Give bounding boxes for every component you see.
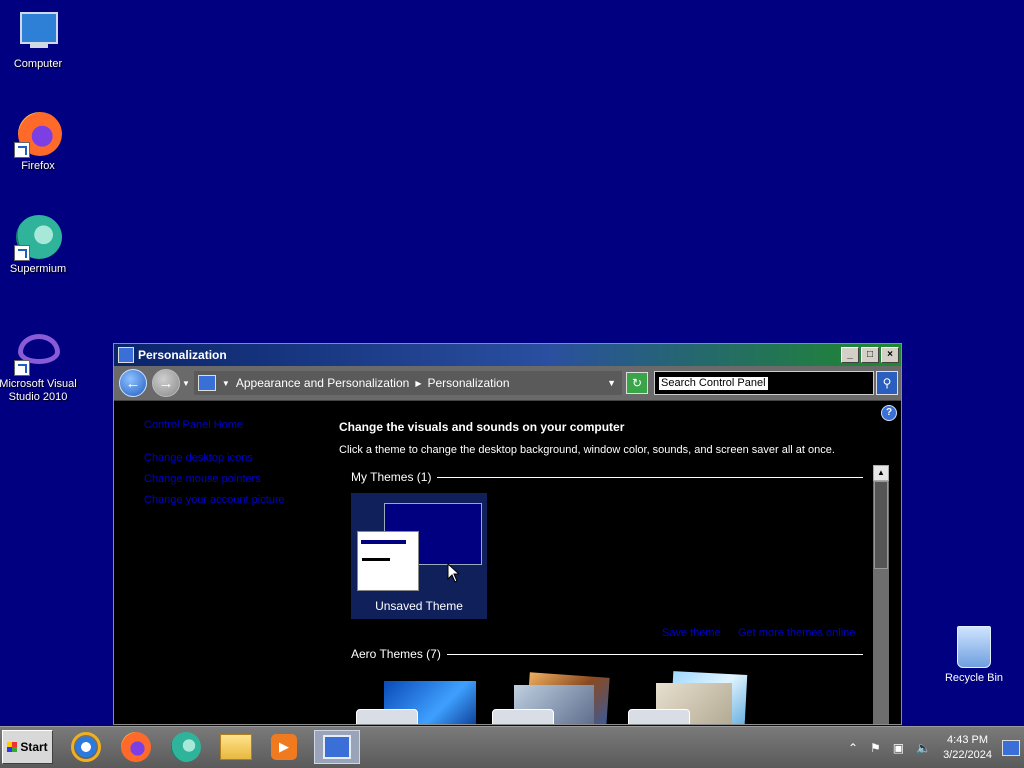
address-bar: ← → ▼ ▼ Appearance and Personalization ▶… bbox=[114, 366, 901, 401]
start-button[interactable]: Start bbox=[2, 730, 53, 764]
theme-preview-window bbox=[357, 531, 419, 591]
action-center-flag-icon[interactable]: ⚑ bbox=[870, 741, 881, 755]
supermium-icon bbox=[14, 213, 62, 261]
media-player-icon: ▶ bbox=[271, 734, 297, 760]
back-arrow-icon: ← bbox=[125, 374, 141, 392]
clock[interactable]: 4:43 PM 3/22/2024 bbox=[943, 733, 992, 763]
desktop-icon-label: Computer bbox=[13, 58, 63, 70]
theme-tile-aero-characters[interactable] bbox=[626, 671, 748, 724]
taskbar-firefox[interactable] bbox=[116, 730, 156, 764]
close-button[interactable]: × bbox=[881, 347, 899, 363]
forward-arrow-icon: → bbox=[158, 374, 174, 392]
breadcrumb-appearance[interactable]: Appearance and Personalization bbox=[236, 376, 409, 390]
taskbar-supermium[interactable] bbox=[166, 730, 206, 764]
my-themes-label: My Themes (1) bbox=[351, 470, 432, 484]
supermium-icon bbox=[171, 732, 201, 762]
network-icon[interactable]: ▣ bbox=[893, 741, 904, 755]
page-subtitle: Click a theme to change the desktop back… bbox=[339, 444, 835, 456]
search-button[interactable]: ⚲ bbox=[876, 371, 898, 395]
desktop-icon-label: Recycle Bin bbox=[944, 672, 1004, 684]
control-panel-icon bbox=[197, 375, 216, 391]
show-desktop-button[interactable] bbox=[1002, 740, 1020, 756]
aero-themes-label: Aero Themes (7) bbox=[351, 647, 441, 661]
window-title: Personalization bbox=[138, 348, 227, 362]
desktop-icon-label: Studio 2010 bbox=[8, 391, 68, 403]
desktop-icon-label: Firefox bbox=[21, 160, 55, 172]
theme-tile-unsaved[interactable]: Unsaved Theme bbox=[351, 493, 487, 619]
window-app-icon bbox=[118, 347, 134, 363]
clock-date: 3/22/2024 bbox=[943, 749, 992, 761]
help-icon[interactable]: ? bbox=[881, 405, 897, 421]
sidebar-link-account-picture[interactable]: Change your account picture bbox=[144, 490, 285, 511]
section-divider bbox=[446, 653, 863, 655]
save-theme-link[interactable]: Save theme bbox=[662, 627, 721, 639]
sidebar-link-mouse-pointers[interactable]: Change mouse pointers bbox=[144, 469, 285, 490]
theme-name: Unsaved Theme bbox=[375, 599, 463, 613]
chevron-right-icon[interactable]: ▼ bbox=[222, 379, 230, 388]
scroll-up-icon[interactable]: ▲ bbox=[873, 465, 889, 481]
sidebar: Control Panel Home Change desktop icons … bbox=[144, 415, 285, 511]
computer-icon bbox=[14, 8, 62, 56]
refresh-icon: ↻ bbox=[631, 376, 643, 390]
main-content: ? Control Panel Home Change desktop icon… bbox=[114, 401, 901, 724]
section-divider bbox=[437, 476, 863, 478]
internet-explorer-icon bbox=[71, 732, 101, 762]
address-dropdown-icon[interactable]: ▼ bbox=[607, 378, 616, 388]
sidebar-link-desktop-icons[interactable]: Change desktop icons bbox=[144, 448, 285, 469]
forward-button[interactable]: → bbox=[152, 369, 180, 397]
volume-muted-icon[interactable]: 🔈 bbox=[916, 741, 931, 755]
taskbar-internet-explorer[interactable] bbox=[66, 730, 106, 764]
desktop-icon-label: Microsoft Visual bbox=[0, 378, 77, 390]
back-button[interactable]: ← bbox=[119, 369, 147, 397]
control-panel-icon bbox=[323, 735, 351, 759]
title-bar[interactable]: Personalization _ □ × bbox=[114, 344, 901, 366]
scrollbar-thumb[interactable] bbox=[874, 481, 888, 569]
file-explorer-icon bbox=[220, 734, 252, 760]
maximize-button[interactable]: □ bbox=[861, 347, 879, 363]
theme-tile-aero-windows[interactable] bbox=[354, 679, 476, 724]
search-input[interactable]: Search Control Panel bbox=[659, 376, 768, 390]
breadcrumb-personalization[interactable]: Personalization bbox=[427, 376, 509, 390]
get-more-themes-link[interactable]: Get more themes online bbox=[738, 627, 855, 639]
taskbar-file-explorer[interactable] bbox=[216, 730, 256, 764]
my-themes-header: My Themes (1) bbox=[351, 470, 863, 484]
desktop-icon-computer[interactable]: Computer bbox=[0, 8, 78, 71]
desktop-icon-supermium[interactable]: Supermium bbox=[0, 213, 78, 276]
firefox-icon bbox=[121, 732, 151, 762]
firefox-icon bbox=[14, 110, 62, 158]
desktop-icon-visual-studio[interactable]: Microsoft Visual Studio 2010 bbox=[0, 328, 78, 404]
personalization-window: Personalization _ □ × ← → ▼ ▼ Appearance… bbox=[113, 343, 902, 725]
clock-time: 4:43 PM bbox=[947, 734, 989, 746]
vertical-scrollbar[interactable]: ▲ bbox=[873, 465, 889, 724]
search-box[interactable]: Search Control Panel bbox=[654, 371, 874, 395]
start-label: Start bbox=[20, 740, 48, 754]
taskbar-control-panel[interactable] bbox=[314, 730, 360, 764]
show-hidden-icons-icon[interactable]: ⌃ bbox=[848, 741, 858, 755]
windows-logo-icon bbox=[7, 742, 18, 752]
visual-studio-icon bbox=[14, 328, 62, 376]
breadcrumb[interactable]: ▼ Appearance and Personalization ▶ Perso… bbox=[193, 371, 622, 395]
page-title: Change the visuals and sounds on your co… bbox=[339, 420, 625, 434]
theme-tile-aero-architecture[interactable] bbox=[490, 672, 610, 724]
desktop-icon-recycle-bin[interactable]: Recycle Bin bbox=[940, 626, 1008, 684]
recent-pages-dropdown-icon[interactable]: ▼ bbox=[182, 379, 190, 388]
minimize-button[interactable]: _ bbox=[841, 347, 859, 363]
taskbar-media-player[interactable]: ▶ bbox=[264, 730, 304, 764]
sidebar-link-home[interactable]: Control Panel Home bbox=[144, 415, 285, 436]
chevron-right-icon[interactable]: ▶ bbox=[415, 379, 421, 388]
search-icon: ⚲ bbox=[882, 376, 892, 390]
desktop-icon-firefox[interactable]: Firefox bbox=[0, 110, 78, 173]
desktop-icon-label: Supermium bbox=[9, 263, 67, 275]
recycle-bin-icon bbox=[957, 626, 991, 668]
taskbar: Start ▶ ⌃ ⚑ ▣ 🔈 4:43 PM 3/22/2024 bbox=[0, 726, 1024, 768]
system-tray: ⌃ ⚑ ▣ 🔈 4:43 PM 3/22/2024 bbox=[842, 731, 1024, 765]
aero-themes-header: Aero Themes (7) bbox=[351, 647, 863, 661]
refresh-button[interactable]: ↻ bbox=[626, 372, 648, 394]
